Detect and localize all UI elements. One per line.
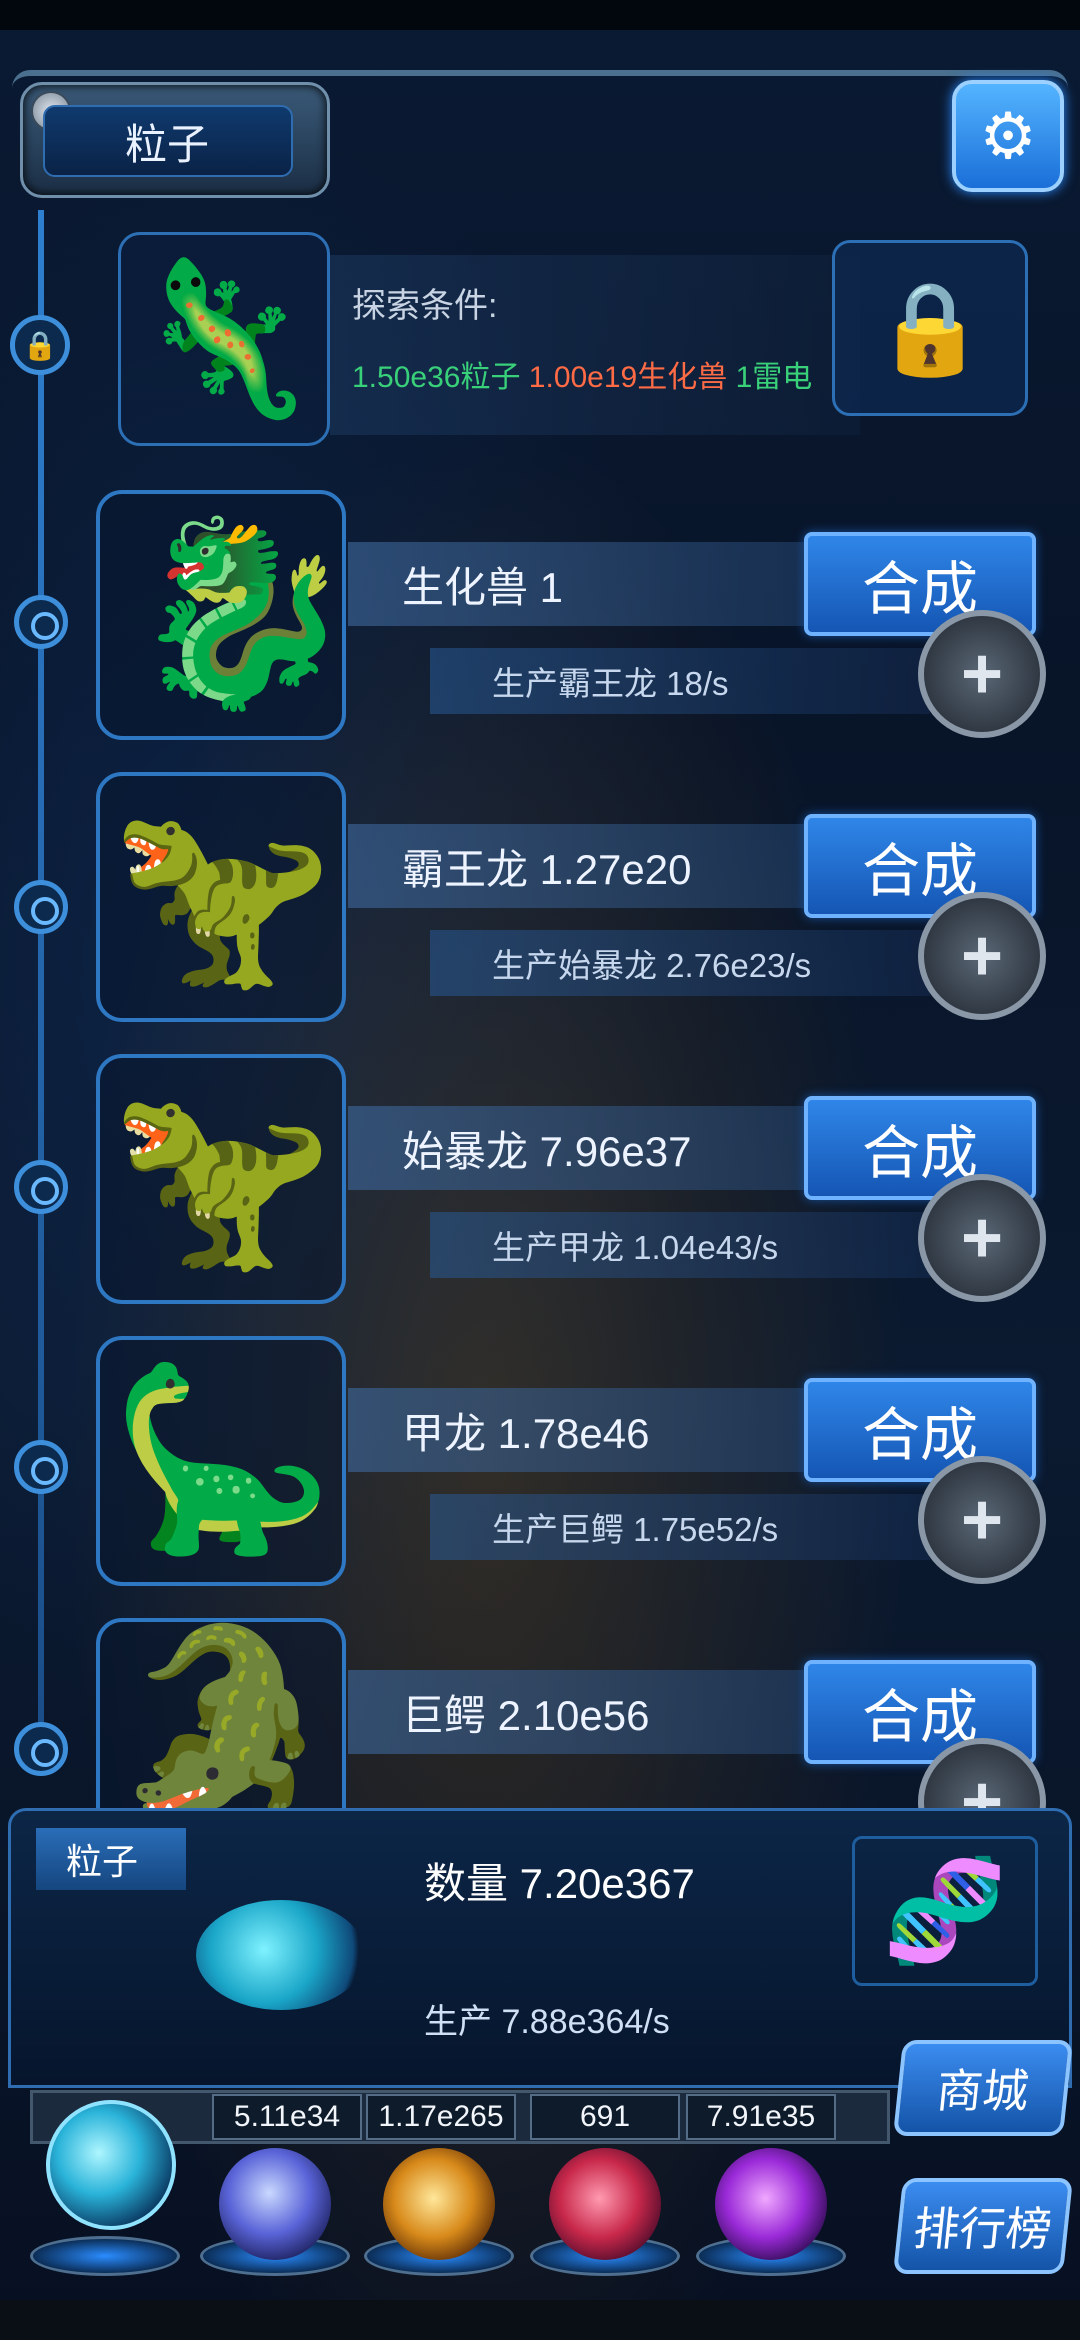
- leaderboard-button[interactable]: 排行榜: [892, 2178, 1074, 2274]
- creature-art: 🐊: [110, 1621, 335, 1809]
- creature-production: 生产甲龙 1.04e43/s: [430, 1212, 930, 1278]
- plus-icon: +: [960, 634, 1004, 714]
- plus-icon: +: [960, 1198, 1004, 1278]
- creature-card[interactable]: 🦕: [96, 1336, 346, 1586]
- req-biochem: 1.00e19生化兽: [528, 361, 728, 394]
- settings-button[interactable]: ⚙: [952, 80, 1064, 192]
- creature-art: 🦖: [110, 795, 335, 996]
- condition-title: 探索条件:: [352, 287, 498, 325]
- resource-vortex: 7.91e35: [686, 2094, 836, 2140]
- req-thunder: 1雷电: [735, 361, 813, 394]
- resource-fire: 1.17e265: [366, 2094, 516, 2140]
- locked-creature-card: 🦎: [118, 232, 330, 446]
- page-title: 粒子: [125, 120, 210, 168]
- creature-production: 生产巨鳄 1.75e52/s: [430, 1494, 930, 1560]
- particle-orb-icon: [196, 1900, 366, 2010]
- creature-production: 生产始暴龙 2.76e23/s: [430, 930, 930, 996]
- add-button[interactable]: +: [918, 610, 1046, 738]
- brain-tab-icon[interactable]: [549, 2148, 661, 2260]
- plus-icon: +: [960, 916, 1004, 996]
- vortex-tab-icon[interactable]: [715, 2148, 827, 2260]
- particle-production: 生产 7.88e364/s: [424, 2003, 670, 2041]
- thunder-tab-icon[interactable]: [219, 2148, 331, 2260]
- creature-card[interactable]: 🐉: [96, 490, 354, 740]
- creature-row: 🐉 生化兽 1 生产霸王龙 18/s 合成 +: [0, 490, 1080, 750]
- add-button[interactable]: +: [918, 1456, 1046, 1584]
- creature-production: 生产霸王龙 18/s: [430, 648, 930, 714]
- creature-art: 🦖: [110, 1077, 335, 1278]
- creature-silhouette-icon: 🦎: [130, 254, 318, 422]
- footer-bar: [0, 2300, 1080, 2340]
- lock-node-icon: 🔒: [10, 315, 70, 375]
- resource-thunder: 5.11e34: [212, 2094, 362, 2140]
- add-button[interactable]: +: [918, 892, 1046, 1020]
- plus-icon: +: [960, 1480, 1004, 1560]
- creature-row: 🐊 巨鳄 2.10e56 合成 +: [0, 1618, 1080, 1808]
- gear-icon: ⚙: [979, 99, 1037, 172]
- creature-card[interactable]: 🐊: [96, 1618, 346, 1808]
- condition-requirements: 1.50e36粒子 1.00e19生化兽 1雷电: [352, 352, 812, 396]
- creature-card[interactable]: 🦖: [96, 1054, 346, 1304]
- pedestal: [30, 2236, 180, 2276]
- creature-row: 🦕 甲龙 1.78e46 生产巨鳄 1.75e52/s 合成 +: [0, 1336, 1080, 1596]
- status-bar: [0, 0, 1080, 30]
- particle-quantity: 数量 7.20e367: [424, 1860, 695, 1907]
- locked-button[interactable]: 🔒: [832, 240, 1028, 416]
- add-button[interactable]: +: [918, 1174, 1046, 1302]
- shop-button[interactable]: 商城: [892, 2040, 1074, 2136]
- req-particles: 1.50e36粒子: [352, 361, 521, 394]
- creature-row: 🦖 始暴龙 7.96e37 生产甲龙 1.04e43/s 合成 +: [0, 1054, 1080, 1314]
- title-tab: 粒子: [20, 82, 330, 198]
- creature-card[interactable]: 🦖: [96, 772, 346, 1022]
- lock-icon: 🔒: [873, 278, 987, 379]
- creature-art: 🦕: [110, 1359, 335, 1560]
- plus-icon: +: [960, 1762, 1004, 1808]
- fire-tab-icon[interactable]: [383, 2148, 495, 2260]
- particle-tab-icon[interactable]: [46, 2100, 176, 2230]
- creature-art: 🐉: [130, 513, 355, 714]
- creature-row: 🦖 霸王龙 1.27e20 生产始暴龙 2.76e23/s 合成 +: [0, 772, 1080, 1032]
- resource-brain: 691: [530, 2094, 680, 2140]
- panel-label: 粒子: [36, 1828, 186, 1890]
- dna-icon: 🧬: [852, 1836, 1038, 1986]
